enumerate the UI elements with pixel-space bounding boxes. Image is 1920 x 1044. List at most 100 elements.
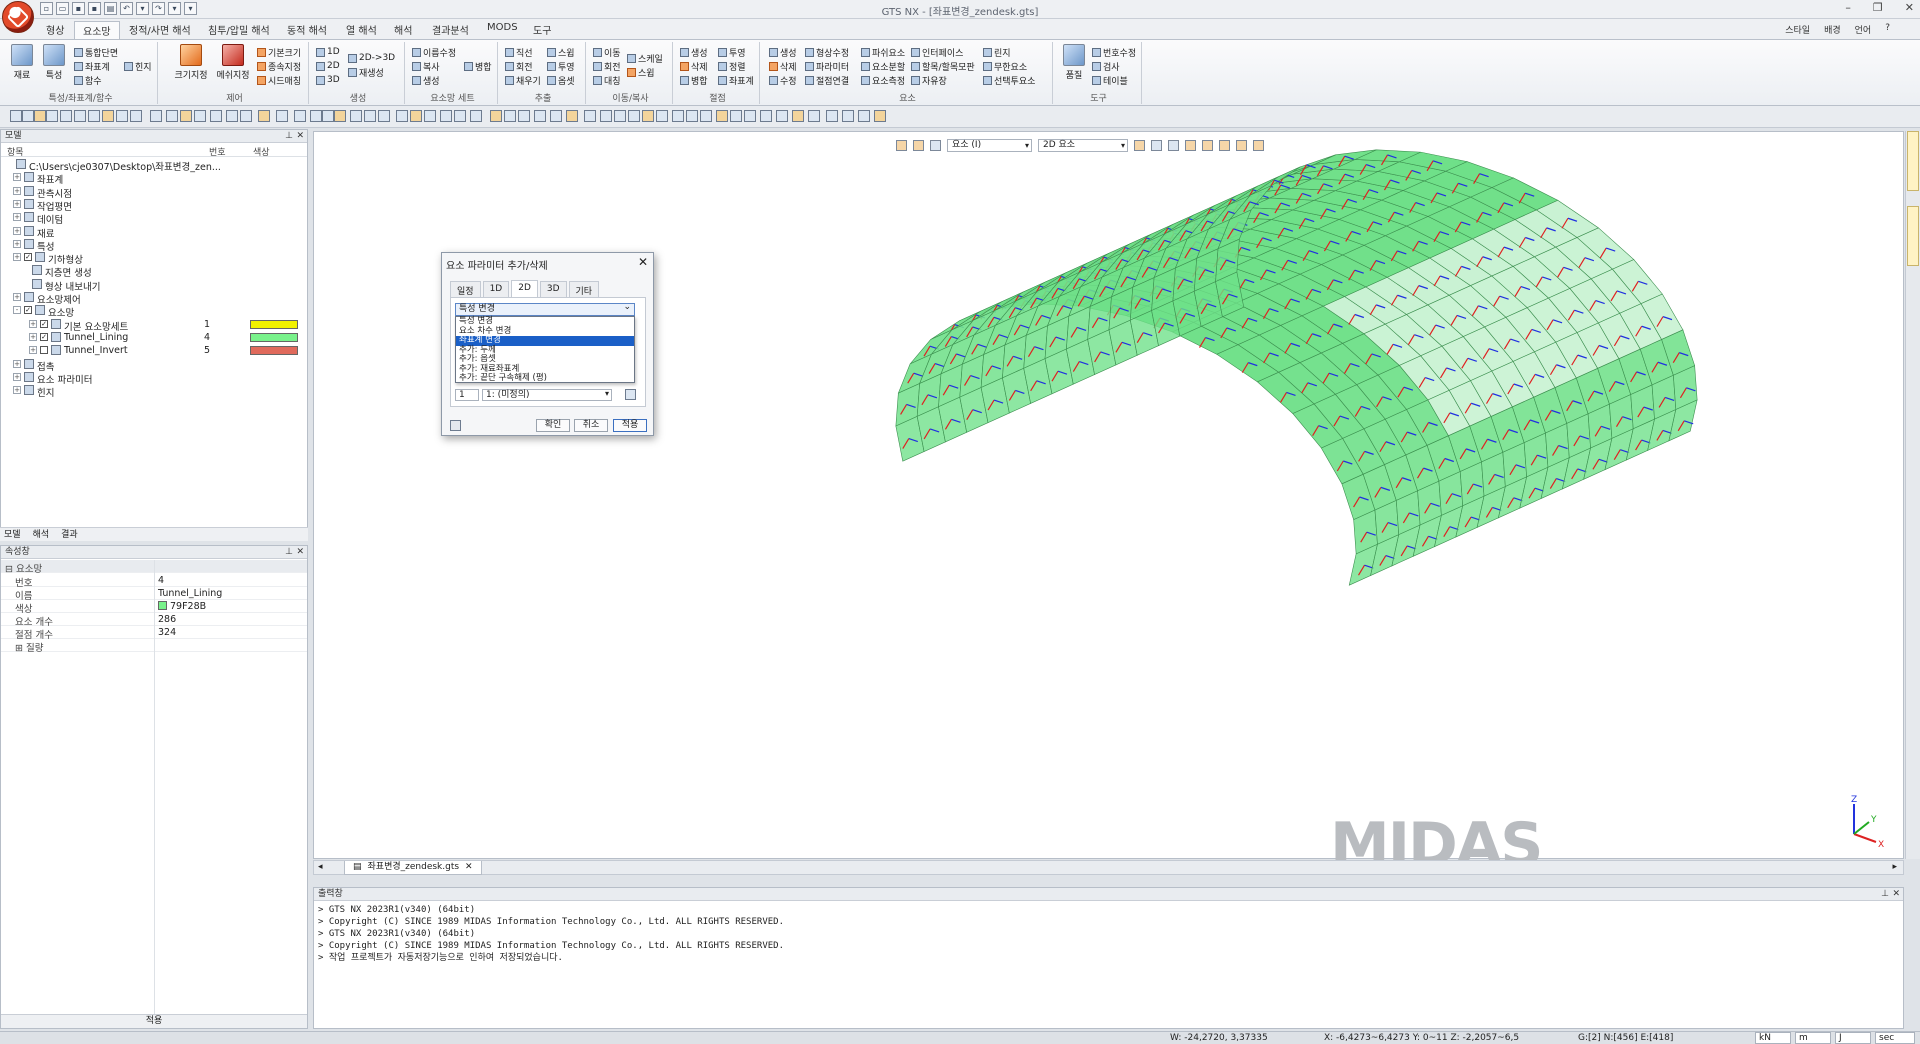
toolbar-tool-icon[interactable] xyxy=(760,110,772,122)
toolbar-tool-icon[interactable] xyxy=(46,110,58,122)
interface-button[interactable]: 인터페이스 xyxy=(911,46,963,59)
language-menu[interactable]: 언어 xyxy=(1855,23,1872,36)
document-tab[interactable]: ▤ 좌표변경_zendesk.gts ✕ xyxy=(344,861,482,875)
rotate-button[interactable]: 회전 xyxy=(593,60,621,73)
expand-icon[interactable]: + xyxy=(13,359,21,368)
toolbar-tool-icon[interactable] xyxy=(240,110,252,122)
copy-button[interactable]: 복사 xyxy=(412,60,440,73)
toolbar-tool-icon[interactable] xyxy=(672,110,684,122)
cancel-button[interactable]: 취소 xyxy=(574,419,608,432)
toolbar-tool-icon[interactable] xyxy=(424,110,436,122)
base-size-button[interactable]: 기본크기 xyxy=(257,46,301,59)
force-unit-select[interactable]: kN xyxy=(1755,1032,1791,1044)
mesh-2d-to-3d-button[interactable]: 2D->3D xyxy=(348,52,395,64)
tree-item[interactable]: + 요소 파라미터 xyxy=(1,371,307,386)
toolbar-tool-icon[interactable] xyxy=(776,110,788,122)
tree-item[interactable]: - ✓ 요소망 xyxy=(1,304,307,319)
tree-item[interactable]: + 데이텀 xyxy=(1,211,307,226)
expand-icon[interactable]: + xyxy=(13,226,21,235)
column-color[interactable]: 색상 xyxy=(253,145,270,158)
tree-item[interactable]: + ✓ Tunnel_Lining 4 xyxy=(1,331,307,344)
ok-button[interactable]: 확인 xyxy=(536,419,570,432)
node-align-button[interactable]: 정렬 xyxy=(718,60,746,73)
move-button[interactable]: 이동 xyxy=(593,46,621,59)
node-connect-button[interactable]: 절점연결 xyxy=(805,74,849,87)
tree-item[interactable]: + 좌표계 xyxy=(1,171,307,186)
expand-icon[interactable]: ⊞ xyxy=(15,643,26,654)
mesh-1d-button[interactable]: 1D xyxy=(316,46,340,58)
project-button[interactable]: 투영 xyxy=(547,60,575,73)
toolbar-tool-icon[interactable] xyxy=(842,110,854,122)
expand-icon[interactable]: + xyxy=(13,293,21,301)
element-split-button[interactable]: 요소분할 xyxy=(861,60,905,73)
table-button[interactable]: 테이블 xyxy=(1092,74,1128,87)
toolbar-tool-icon[interactable] xyxy=(364,110,376,122)
seed-matching-button[interactable]: 시드매칭 xyxy=(257,74,301,87)
pin-icon[interactable]: ⊥ xyxy=(285,546,293,558)
pile-element-button[interactable]: 파쉬요소 xyxy=(861,46,905,59)
toolbar-tool-icon[interactable] xyxy=(60,110,72,122)
toolbar-tool-icon[interactable] xyxy=(294,110,306,122)
toolbar-tool-icon[interactable] xyxy=(194,110,206,122)
toolbar-tool-icon[interactable] xyxy=(454,110,466,122)
tree-item[interactable]: 지층면 생성 xyxy=(1,264,307,279)
toolbar-tool-icon[interactable] xyxy=(584,110,596,122)
toolbar-tool-icon[interactable] xyxy=(88,110,100,122)
joint-button[interactable]: 할목/할목모판 xyxy=(911,60,975,73)
toolbar-tool-icon[interactable] xyxy=(334,110,346,122)
expand-icon[interactable]: + xyxy=(13,173,21,182)
mirror-button[interactable]: 대칭 xyxy=(593,74,621,87)
tab-seepage[interactable]: 침투/압밀 해석 xyxy=(208,22,270,37)
tree-item[interactable]: + Tunnel_Invert 5 xyxy=(1,344,307,357)
expand-icon[interactable]: + xyxy=(13,186,21,195)
toolbar-tool-icon[interactable] xyxy=(826,110,838,122)
right-dock-tab-1[interactable] xyxy=(1907,131,1919,191)
expand-icon[interactable]: + xyxy=(29,332,37,341)
toolbar-tool-icon[interactable] xyxy=(490,110,502,122)
apply-button[interactable]: 적용 xyxy=(1,1014,307,1028)
color-swatch[interactable] xyxy=(250,346,298,356)
background-menu[interactable]: 배경 xyxy=(1824,23,1841,36)
function-button[interactable]: 함수 xyxy=(74,74,102,87)
extrude-line-button[interactable]: 직선 xyxy=(505,46,533,59)
tab-geometry[interactable]: 형상 xyxy=(46,22,64,37)
toolbar-tool-icon[interactable] xyxy=(534,110,546,122)
dialog-tab-2d[interactable]: 2D xyxy=(511,280,538,298)
property-column-divider[interactable] xyxy=(154,560,155,1028)
tab-analysis[interactable]: 해석 xyxy=(394,22,412,37)
toolbar-tool-icon[interactable] xyxy=(792,110,804,122)
visibility-checkbox[interactable]: ✓ xyxy=(24,306,32,315)
toolbar-tool-icon[interactable] xyxy=(166,110,178,122)
close-window-icon[interactable]: ✕ xyxy=(1905,1,1914,14)
visibility-checkbox[interactable]: ✓ xyxy=(24,253,32,262)
property-button[interactable]: 특성 xyxy=(40,44,68,81)
tree-item[interactable]: + 접촉 xyxy=(1,358,307,373)
property-browse-icon[interactable] xyxy=(625,389,636,400)
sweep-copy-button[interactable]: 스윕 xyxy=(627,66,655,79)
time-unit-select[interactable]: sec xyxy=(1875,1032,1915,1044)
dialog-help-icon[interactable] xyxy=(450,420,461,431)
merge-button[interactable]: 병합 xyxy=(464,60,492,73)
tree-item[interactable]: C:\Users\cje0307\Desktop\좌표변경_zen... xyxy=(1,158,307,173)
right-dock-tab-2[interactable] xyxy=(1907,206,1919,266)
offset-button[interactable]: 옵셋 xyxy=(547,74,575,87)
property-select[interactable]: 1: (미정의) xyxy=(482,389,612,401)
expand-icon[interactable]: + xyxy=(13,253,21,262)
hinge-button[interactable]: 힌지 xyxy=(124,60,152,73)
tab-mesh[interactable]: 요소망 xyxy=(74,21,120,41)
tree-item[interactable]: + 힌지 xyxy=(1,384,307,399)
color-swatch[interactable] xyxy=(250,319,298,329)
toolbar-tool-icon[interactable] xyxy=(10,110,22,122)
element-measure-button[interactable]: 요소측정 xyxy=(861,74,905,87)
visibility-checkbox[interactable] xyxy=(40,346,48,355)
expand-icon[interactable]: + xyxy=(29,319,37,328)
property-value[interactable]: Tunnel_Lining xyxy=(158,588,222,599)
subtab-results[interactable]: 결과 xyxy=(61,528,78,541)
tab-scroll-right-icon[interactable]: ▸ xyxy=(1892,862,1897,872)
toolbar-tool-icon[interactable] xyxy=(808,110,820,122)
close-tab-icon[interactable]: ✕ xyxy=(465,861,473,874)
node-project-button[interactable]: 투영 xyxy=(718,46,746,59)
close-icon[interactable]: ✕ xyxy=(296,546,304,558)
tab-mods[interactable]: MODS xyxy=(487,22,518,33)
shape-modify-button[interactable]: 형상수정 xyxy=(805,46,849,59)
